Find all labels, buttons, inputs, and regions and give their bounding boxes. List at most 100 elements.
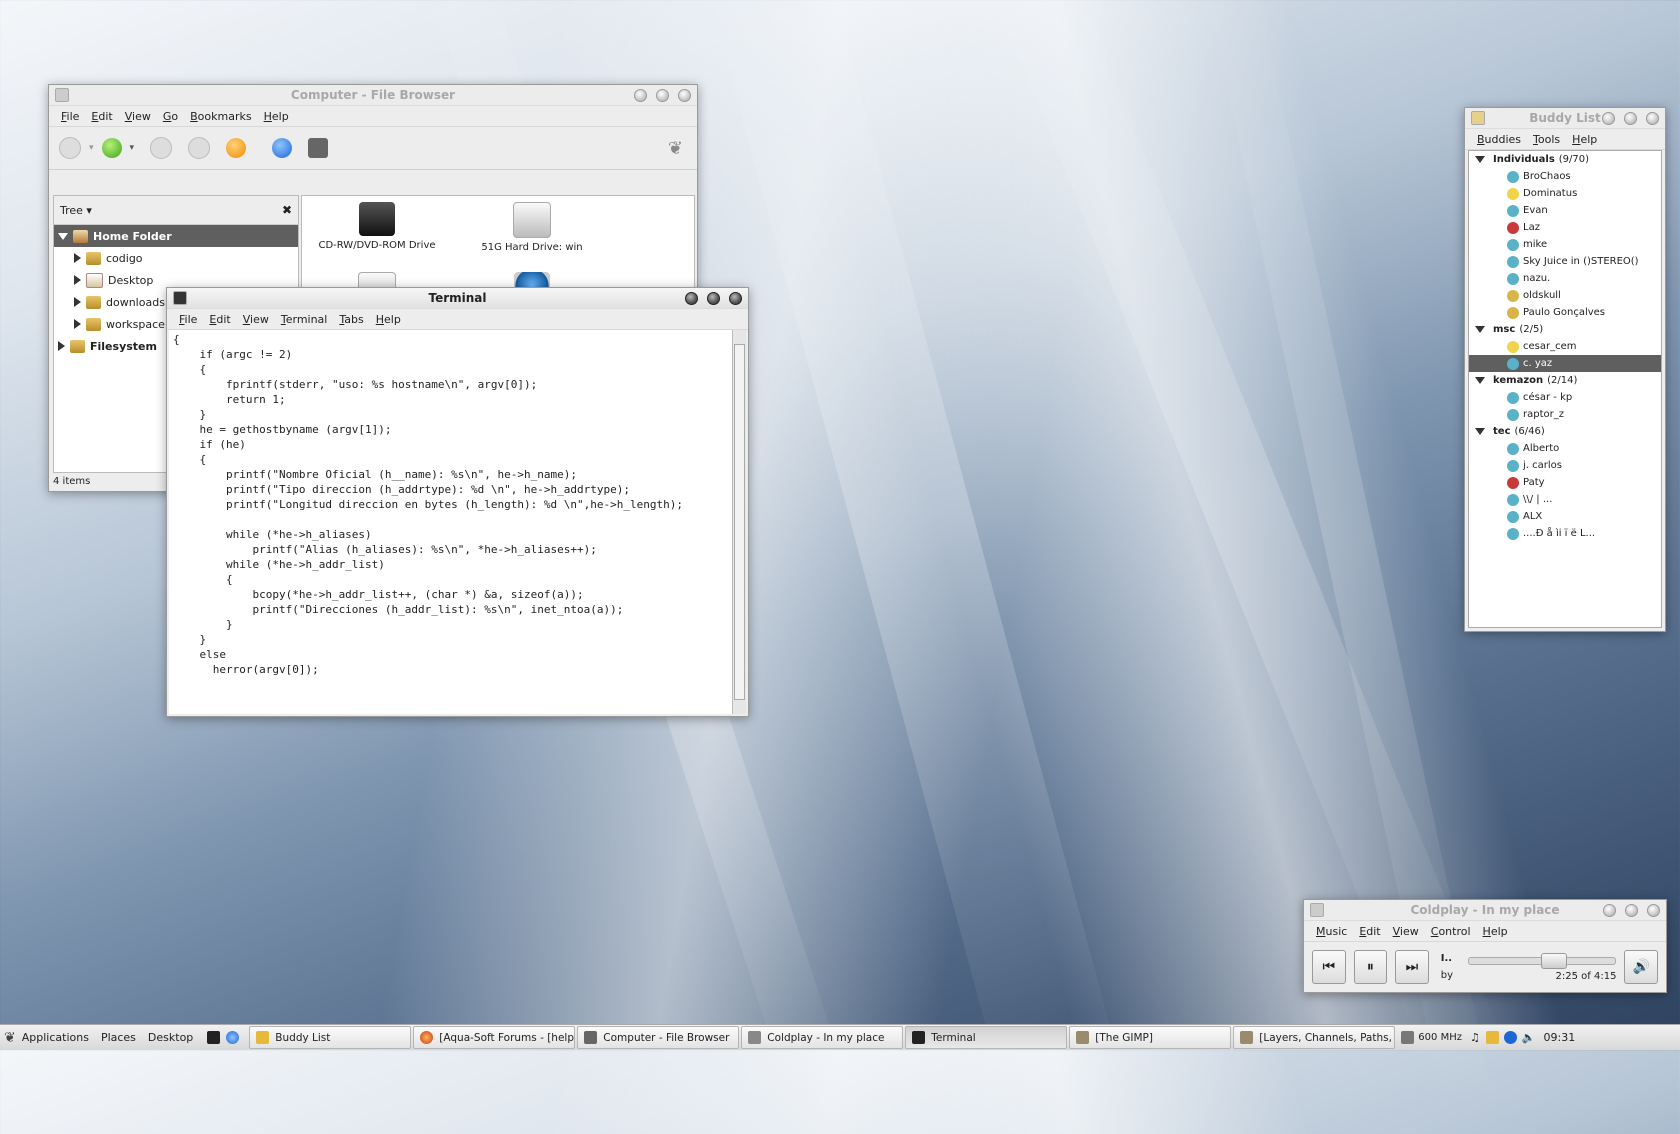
places-menu[interactable]: Places [95, 1031, 142, 1044]
close-button[interactable] [729, 292, 742, 305]
previous-icon[interactable]: ⏮ [1312, 950, 1346, 984]
menu-edit[interactable]: Edit [85, 110, 118, 123]
browser-launcher-icon[interactable] [226, 1031, 240, 1044]
buddy-item[interactable]: j. carlos [1469, 457, 1661, 474]
menu-view[interactable]: View [1387, 925, 1425, 938]
collapse-icon[interactable] [1475, 156, 1485, 163]
task-file-browser[interactable]: Computer - File Browser [577, 1026, 740, 1049]
seek-thumb[interactable] [1541, 952, 1568, 969]
home-icon[interactable] [272, 138, 293, 158]
menu-bookmarks[interactable]: Bookmarks [184, 110, 257, 123]
menu-edit[interactable]: Edit [1353, 925, 1386, 938]
volume-icon[interactable]: 🔊 [1624, 950, 1659, 984]
buddy-group-kemazon[interactable]: kemazon (2/14) [1469, 372, 1661, 389]
buddy-item[interactable]: Alberto [1469, 440, 1661, 457]
task-coldplay[interactable]: Coldplay - In my place [741, 1026, 904, 1049]
expand-icon[interactable] [74, 297, 81, 307]
buddy-item[interactable]: Dominatus [1469, 185, 1661, 202]
collapse-icon[interactable] [58, 232, 68, 240]
menu-help[interactable]: Help [1477, 925, 1514, 938]
buddy-item[interactable]: cesar_cem [1469, 338, 1661, 355]
menu-help[interactable]: Help [1566, 133, 1603, 146]
music-note-icon[interactable]: ♫ [1470, 1031, 1480, 1044]
collapse-icon[interactable] [1475, 428, 1485, 435]
file-browser-titlebar[interactable]: Computer - File Browser [49, 85, 697, 106]
buddy-item[interactable]: oldskull [1469, 287, 1661, 304]
stop-icon[interactable] [188, 137, 211, 159]
minimize-button[interactable] [1602, 112, 1615, 125]
back-history-icon[interactable]: ▾ [89, 143, 94, 153]
buddy-group-tec[interactable]: tec (6/46) [1469, 423, 1661, 440]
expand-icon[interactable] [74, 275, 81, 285]
menu-control[interactable]: Control [1425, 925, 1477, 938]
buddy-item[interactable]: césar - kp [1469, 389, 1661, 406]
buddy-list-titlebar[interactable]: Buddy List [1465, 108, 1665, 129]
forward-history-icon[interactable]: ▾ [130, 143, 135, 153]
close-button[interactable] [1646, 112, 1659, 125]
menu-tabs[interactable]: Tabs [333, 313, 369, 326]
forward-icon[interactable] [101, 138, 122, 158]
buddy-group-individuals[interactable]: Individuals (9/70) [1469, 151, 1661, 168]
terminal-scrollbar[interactable] [732, 330, 746, 714]
buddy-item[interactable]: mike [1469, 236, 1661, 253]
menu-go[interactable]: Go [157, 110, 184, 123]
drive-cdrw[interactable]: CD-RW/DVD-ROM Drive [312, 196, 442, 251]
seek-slider[interactable] [1468, 952, 1617, 969]
minimize-button[interactable] [634, 89, 647, 102]
buddy-item[interactable]: nazu. [1469, 270, 1661, 287]
maximize-button[interactable] [656, 89, 669, 102]
buddy-item[interactable]: Paulo Gonçalves [1469, 304, 1661, 321]
expand-icon[interactable] [58, 341, 65, 351]
next-icon[interactable]: ⏭ [1395, 950, 1429, 984]
minimize-button[interactable] [685, 292, 698, 305]
buddy-item[interactable]: Sky Juice in ()STEREO() [1469, 253, 1661, 270]
collapse-icon[interactable] [1475, 377, 1485, 384]
back-icon[interactable] [59, 137, 81, 159]
menu-edit[interactable]: Edit [203, 313, 236, 326]
menu-terminal[interactable]: Terminal [275, 313, 334, 326]
tree-item-home-folder[interactable]: Home Folder [54, 225, 298, 247]
computer-icon[interactable] [308, 138, 329, 158]
menu-view[interactable]: View [237, 313, 275, 326]
expand-icon[interactable] [74, 319, 81, 329]
task-gimp-layers[interactable]: [Layers, Channels, Paths, U... [1233, 1026, 1396, 1049]
close-button[interactable] [678, 89, 691, 102]
desktop-menu[interactable]: Desktop [142, 1031, 199, 1044]
task-aqua-soft-forums[interactable]: [Aqua-Soft Forums - [help] ... [413, 1026, 576, 1049]
menu-tools[interactable]: Tools [1527, 133, 1566, 146]
tree-item-codigo[interactable]: codigo [54, 247, 298, 269]
task-buddy-list[interactable]: Buddy List [249, 1026, 412, 1049]
buddy-item[interactable]: BroChaos [1469, 168, 1661, 185]
buddy-group-msc[interactable]: msc (2/5) [1469, 321, 1661, 338]
menu-buddies[interactable]: Buddies [1471, 133, 1527, 146]
maximize-button[interactable] [1624, 112, 1637, 125]
buddy-item[interactable]: Paty [1469, 474, 1661, 491]
menu-view[interactable]: View [119, 110, 157, 123]
gnome-foot-icon[interactable]: ❦ [4, 1030, 16, 1046]
applications-menu[interactable]: Applications [16, 1031, 95, 1044]
menu-file[interactable]: File [173, 313, 203, 326]
menu-help[interactable]: Help [258, 110, 295, 123]
collapse-icon[interactable] [1475, 326, 1485, 333]
close-button[interactable] [1647, 904, 1660, 917]
clock[interactable]: 09:31 [1544, 1031, 1576, 1044]
sidebar-mode-select[interactable]: Tree ▾ [60, 204, 92, 217]
volume-tray-icon[interactable]: 🔈 [1522, 1031, 1536, 1044]
buddy-item[interactable]: Evan [1469, 202, 1661, 219]
buddy-item[interactable]: raptor_z [1469, 406, 1661, 423]
buddy-item[interactable]: Laz [1469, 219, 1661, 236]
drive-hard-win[interactable]: 51G Hard Drive: win [467, 196, 597, 253]
terminal-titlebar[interactable]: Terminal [167, 288, 748, 309]
minimize-button[interactable] [1603, 904, 1616, 917]
buddy-item[interactable]: \\/ | ... [1469, 491, 1661, 508]
pause-icon[interactable]: ⏸ [1353, 950, 1388, 984]
reload-icon[interactable] [226, 138, 247, 158]
expand-icon[interactable] [74, 253, 81, 263]
maximize-button[interactable] [1625, 904, 1638, 917]
close-sidebar-icon[interactable]: ✖ [282, 203, 292, 217]
player-titlebar[interactable]: Coldplay - In my place [1304, 900, 1666, 921]
buddy-item[interactable]: c. yaz [1469, 355, 1661, 372]
up-icon[interactable] [150, 137, 173, 159]
menu-music[interactable]: Music [1310, 925, 1353, 938]
terminal-launcher-icon[interactable] [207, 1031, 221, 1044]
